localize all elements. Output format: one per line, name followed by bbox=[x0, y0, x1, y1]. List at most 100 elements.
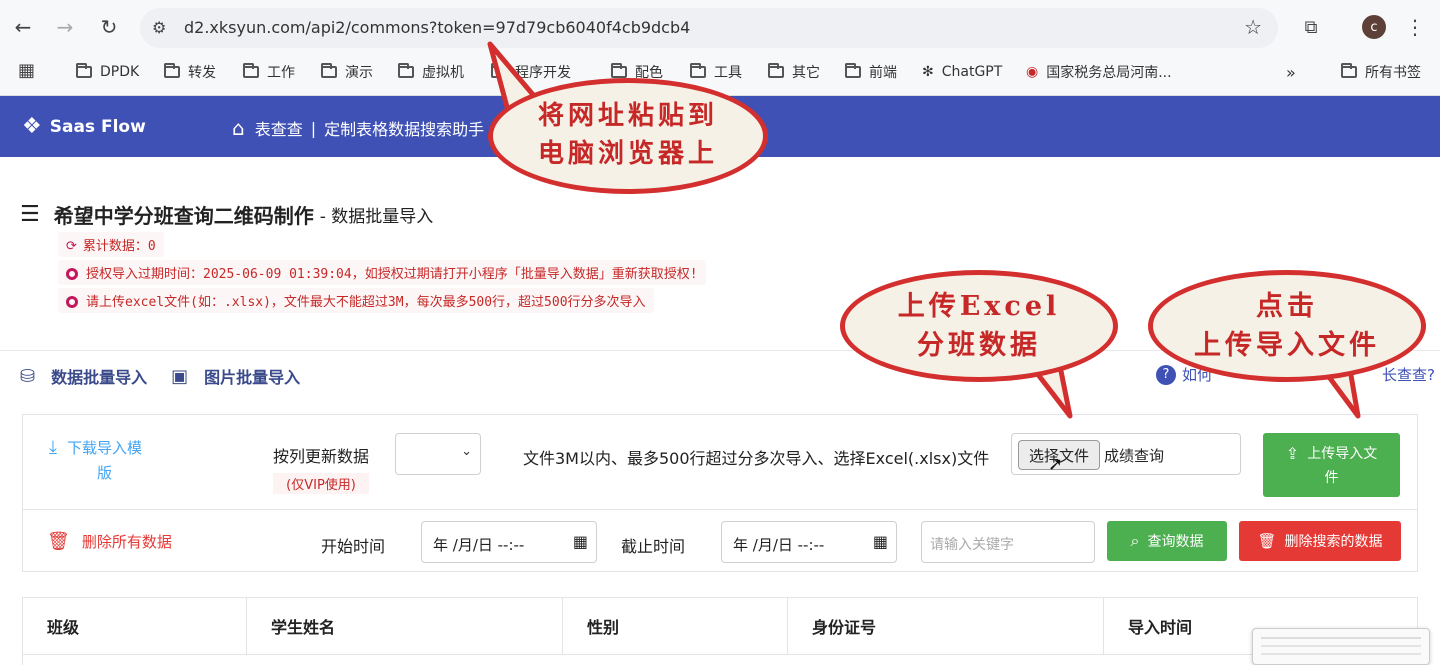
tab-image-import[interactable]: ▣ 图片批量导入 bbox=[171, 364, 300, 388]
thumbnail-line bbox=[1261, 645, 1421, 647]
address-bar[interactable]: ⚙ d2.xksyun.com/api2/commons?token=97d79… bbox=[140, 8, 1278, 48]
star-bookmark-icon[interactable]: ☆ bbox=[1244, 15, 1262, 39]
alert-dot-icon bbox=[66, 268, 78, 280]
refresh-data-icon: ⟳ bbox=[66, 239, 77, 254]
annotation-bubble-url: 将网址粘贴到 电脑浏览器上 bbox=[488, 78, 768, 194]
calendar-icon[interactable]: ▦ bbox=[873, 532, 888, 551]
upload-note: 请上传excel文件(如：.xlsx)，文件最大不能超过3M，每次最多500行，… bbox=[58, 288, 654, 313]
folder-icon bbox=[321, 63, 337, 78]
import-panel: ⤓ 下载导入模 版 按列更新数据 (仅VIP使用) ⌄ 文件3M以内、最多500… bbox=[22, 414, 1418, 572]
download-icon: ⤓ bbox=[49, 437, 57, 458]
column-header-class[interactable]: 班级 bbox=[23, 598, 247, 654]
brand-icon: ❖ bbox=[22, 114, 42, 139]
extensions-icon[interactable]: ⧉ bbox=[1296, 12, 1326, 42]
file-input[interactable]: 选择文件 成绩查询 ➚ bbox=[1011, 433, 1241, 475]
bookmark-all[interactable]: 所有书签 bbox=[1341, 60, 1421, 84]
folder-icon bbox=[611, 63, 627, 78]
url-text[interactable]: d2.xksyun.com/api2/commons?token=97d79cb… bbox=[184, 18, 690, 37]
file-upload-icon: ⇪ bbox=[1285, 443, 1300, 463]
breadcrumb: ⌂ 表查查 | 定制表格数据搜索助手 bbox=[232, 116, 484, 140]
upload-import-button[interactable]: ⇪ 上传导入文 件 bbox=[1263, 433, 1400, 497]
folder-icon bbox=[76, 63, 92, 78]
column-header-import-time[interactable]: 导入时间 bbox=[1104, 598, 1274, 654]
chevron-down-icon: ⌄ bbox=[461, 444, 472, 459]
forward-arrow-icon[interactable]: → bbox=[50, 12, 80, 42]
tab-data-import[interactable]: ⛁ 数据批量导入 bbox=[20, 364, 147, 388]
start-time-input[interactable]: 年 /月/日 --:-- ▦ bbox=[421, 521, 597, 563]
keyword-input[interactable]: 请输入关键字 bbox=[921, 521, 1095, 563]
folder-icon bbox=[243, 63, 259, 78]
annotation-bubble-upload-excel: 上传Excel 分班数据 bbox=[840, 270, 1118, 382]
column-header-name[interactable]: 学生姓名 bbox=[247, 598, 563, 654]
trash-icon: 🗑 bbox=[1257, 532, 1277, 550]
end-time-input[interactable]: 年 /月/日 --:-- ▦ bbox=[721, 521, 897, 563]
thumbnail-line bbox=[1261, 637, 1421, 639]
update-by-column-label: 按列更新数据 bbox=[273, 447, 370, 466]
brand-name: Saas Flow bbox=[49, 116, 146, 137]
column-header-id[interactable]: 身份证号 bbox=[788, 598, 1104, 654]
data-table: 班级 学生姓名 性别 身份证号 导入时间 bbox=[22, 597, 1418, 665]
image-icon: ▣ bbox=[171, 365, 189, 387]
delete-search-button[interactable]: 🗑 删除搜索的数据 bbox=[1239, 521, 1401, 561]
download-template-link[interactable]: ⤓ 下载导入模 版 bbox=[49, 437, 142, 483]
crumb-separator: | bbox=[310, 118, 317, 138]
import-tabs: ⛁ 数据批量导入 ▣ 图片批量导入 bbox=[20, 364, 324, 388]
page-title: 希望中学分班查询二维码制作 bbox=[53, 204, 314, 228]
folder-icon bbox=[1341, 63, 1357, 78]
folder-icon bbox=[768, 63, 784, 78]
mouse-cursor-icon: ➚ bbox=[1048, 454, 1064, 475]
annotation-bubble-click-upload: 点击 上传导入文件 bbox=[1148, 270, 1426, 382]
more-bookmarks-icon[interactable]: » bbox=[1286, 60, 1296, 84]
update-by-column: 按列更新数据 (仅VIP使用) bbox=[273, 443, 370, 494]
profile-avatar[interactable]: c bbox=[1362, 15, 1386, 39]
column-select[interactable]: ⌄ bbox=[395, 433, 481, 475]
bookmark-forward[interactable]: 转发 bbox=[164, 60, 216, 84]
query-button[interactable]: ⌕ 查询数据 bbox=[1107, 521, 1227, 561]
browser-menu-icon[interactable]: ⋮ bbox=[1400, 12, 1430, 42]
vip-badge: (仅VIP使用) bbox=[273, 473, 370, 494]
page-subtitle: - 数据批量导入 bbox=[319, 207, 434, 227]
chatgpt-icon: ✻ bbox=[922, 64, 934, 80]
browser-chrome: ← → ↻ ⚙ d2.xksyun.com/api2/commons?token… bbox=[0, 0, 1440, 96]
screenshot-thumbnail[interactable] bbox=[1252, 628, 1430, 665]
home-icon[interactable]: ⌂ bbox=[232, 116, 245, 140]
bookmark-chatgpt[interactable]: ✻ ChatGPT bbox=[922, 60, 1002, 84]
bookmark-dpdk[interactable]: DPDK bbox=[76, 60, 139, 84]
bookmark-demo[interactable]: 演示 bbox=[321, 60, 373, 84]
chosen-file-name: 成绩查询 bbox=[1104, 447, 1165, 465]
back-arrow-icon[interactable]: ← bbox=[8, 12, 38, 42]
folder-icon bbox=[164, 63, 180, 78]
bookmark-frontend[interactable]: 前端 bbox=[845, 60, 897, 84]
delete-all-link[interactable]: 🗑 删除所有数据 bbox=[47, 531, 172, 552]
expiry-note: 授权导入过期时间：2025-06-09 01:39:04，如授权过期请打开小程序… bbox=[58, 260, 706, 285]
brand-logo[interactable]: ❖ Saas Flow bbox=[22, 114, 146, 139]
bookmarks-bar: ▦ DPDK 转发 工作 演示 虚拟机 程序开发 配色 工具 其它 前端 ✻ Ch… bbox=[0, 56, 1440, 88]
page-heading: ☰ 希望中学分班查询二维码制作 - 数据批量导入 bbox=[20, 200, 433, 229]
apps-grid-icon[interactable]: ▦ bbox=[18, 60, 35, 81]
crumb-home[interactable]: 表查查 bbox=[255, 116, 303, 140]
folder-icon bbox=[398, 63, 414, 78]
file-hint: 文件3M以内、最多500行超过分多次导入、选择Excel(.xlsx)文件 bbox=[523, 449, 990, 468]
bookmark-vm[interactable]: 虚拟机 bbox=[398, 60, 464, 84]
data-upload-icon: ⛁ bbox=[20, 365, 36, 387]
calendar-icon[interactable]: ▦ bbox=[573, 532, 588, 551]
bookmark-tax[interactable]: ◉ 国家税务总局河南... bbox=[1026, 60, 1172, 84]
trash-icon: 🗑 bbox=[47, 531, 70, 552]
reload-icon[interactable]: ↻ bbox=[94, 12, 124, 42]
bookmark-tools[interactable]: 工具 bbox=[690, 60, 742, 84]
bookmark-other[interactable]: 其它 bbox=[768, 60, 820, 84]
panel-divider bbox=[23, 509, 1417, 510]
folder-icon bbox=[690, 63, 706, 78]
bookmark-work[interactable]: 工作 bbox=[243, 60, 295, 84]
thumbnail-line bbox=[1261, 653, 1421, 655]
count-note: ⟳ 累计数据：0 bbox=[58, 232, 164, 257]
alert-dot-icon bbox=[66, 296, 78, 308]
site-settings-icon[interactable]: ⚙ bbox=[152, 18, 166, 37]
header-divider bbox=[23, 654, 1417, 655]
crumb-title: 定制表格数据搜索助手 bbox=[324, 120, 485, 139]
folder-icon bbox=[845, 63, 861, 78]
end-time-label: 截止时间 bbox=[621, 537, 686, 556]
column-header-gender[interactable]: 性别 bbox=[563, 598, 788, 654]
help-icon: ? bbox=[1156, 364, 1176, 385]
search-icon: ⌕ bbox=[1130, 531, 1140, 550]
